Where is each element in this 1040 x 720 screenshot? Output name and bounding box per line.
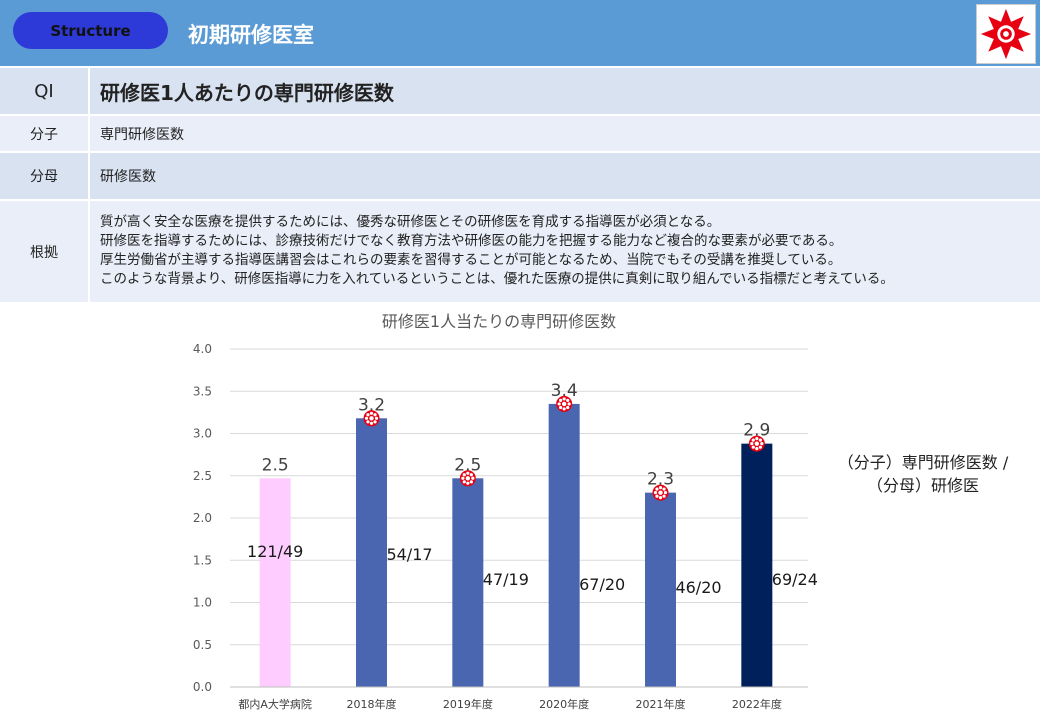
basis-line: このような背景より、研修医指導に力を入れているということは、優れた医療の提供に真… <box>100 271 894 287</box>
header-bar: Structure 初期研修医室 <box>0 0 1040 66</box>
numerator-row: 分子 専門研修医数 <box>0 116 1040 151</box>
numerator-value: 専門研修医数 <box>100 126 184 143</box>
x-tick-label: 都内A大学病院 <box>238 697 312 711</box>
y-tick-label: 0.5 <box>193 638 212 652</box>
denominator-key: 分母 <box>30 169 58 185</box>
fraction-label: 46/20 <box>675 578 721 597</box>
y-tick-label: 0.0 <box>193 680 212 694</box>
hospital-emblem-icon <box>652 484 669 501</box>
hospital-emblem-icon <box>363 410 380 427</box>
chart-title: 研修医1人当たりの専門研修医数 <box>382 312 616 331</box>
basis-line: 質が高く安全な医療を提供するためには、優秀な研修医とその研修医を育成する指導医が… <box>100 214 721 230</box>
hospital-emblem-icon <box>980 8 1032 60</box>
hospital-emblem-icon <box>459 470 476 487</box>
x-tick-label: 2020年度 <box>539 697 589 711</box>
basis-text: 質が高く安全な医療を提供するためには、優秀な研修医とその研修医を育成する指導医が… <box>100 213 894 314</box>
y-tick-label: 3.0 <box>193 427 212 441</box>
fraction-label: 69/24 <box>772 570 818 589</box>
hospital-emblem-icon <box>748 435 765 452</box>
y-tick-label: 2.5 <box>193 469 212 483</box>
chart-note: （分子）専門研修医数 / （分母）研修医 <box>818 451 1028 497</box>
qi-value: 研修医1人あたりの専門研修医数 <box>100 80 394 105</box>
x-tick-label: 2019年度 <box>443 697 493 711</box>
data-label: 2.5 <box>262 455 289 475</box>
qi-key: QI <box>34 80 54 102</box>
hospital-emblem-icon <box>556 395 573 412</box>
bar <box>452 478 484 687</box>
basis-row: 根拠 質が高く安全な医療を提供するためには、優秀な研修医とその研修医を育成する指… <box>0 201 1040 302</box>
x-tick-label: 2018年度 <box>347 697 397 711</box>
y-tick-label: 3.5 <box>193 384 212 398</box>
hospital-logo <box>976 4 1036 64</box>
y-tick-label: 1.5 <box>193 553 212 567</box>
fraction-label: 54/17 <box>386 545 432 564</box>
y-tick-label: 1.0 <box>193 596 212 610</box>
fraction-label: 47/19 <box>483 570 529 589</box>
fraction-label: 67/20 <box>579 575 625 594</box>
bar-chart: 研修医1人当たりの専門研修医数 0.0 0.5 1.0 1.5 2.0 2.5 3.0 3.5 4… <box>193 312 818 711</box>
x-tick-label: 2021年度 <box>636 697 686 711</box>
basis-key: 根拠 <box>30 244 58 261</box>
numerator-key: 分子 <box>30 126 58 143</box>
basis-line: 厚生労働省が主導する指導医講習会はこれらの要素を習得することが可能となるため、当… <box>100 252 842 268</box>
bar <box>741 443 773 687</box>
y-tick-label: 4.0 <box>193 342 212 356</box>
bar <box>548 403 580 687</box>
bar <box>356 418 387 687</box>
basis-line: 研修医を指導するためには、診療技術だけでなく教育方法や研修医の能力を把握する能力… <box>100 233 843 249</box>
page-title: 初期研修医室 <box>188 23 314 47</box>
denominator-value: 研修医数 <box>100 169 156 185</box>
denominator-row: 分母 研修医数 <box>0 153 1040 199</box>
chart-note-line: （分母）研修医 <box>866 476 979 495</box>
bar <box>645 492 676 687</box>
chart-note-line: （分子）専門研修医数 / <box>837 453 1009 472</box>
structure-badge: Structure <box>13 12 168 49</box>
qi-row: QI 研修医1人あたりの専門研修医数 <box>0 68 1040 114</box>
column-divider <box>88 68 90 114</box>
bar <box>259 478 291 687</box>
x-tick-label: 2022年度 <box>732 697 782 711</box>
column-divider <box>88 116 90 151</box>
column-divider <box>88 201 90 302</box>
fraction-label: 121/49 <box>247 542 303 561</box>
y-tick-label: 2.0 <box>193 511 212 525</box>
column-divider <box>88 153 90 199</box>
